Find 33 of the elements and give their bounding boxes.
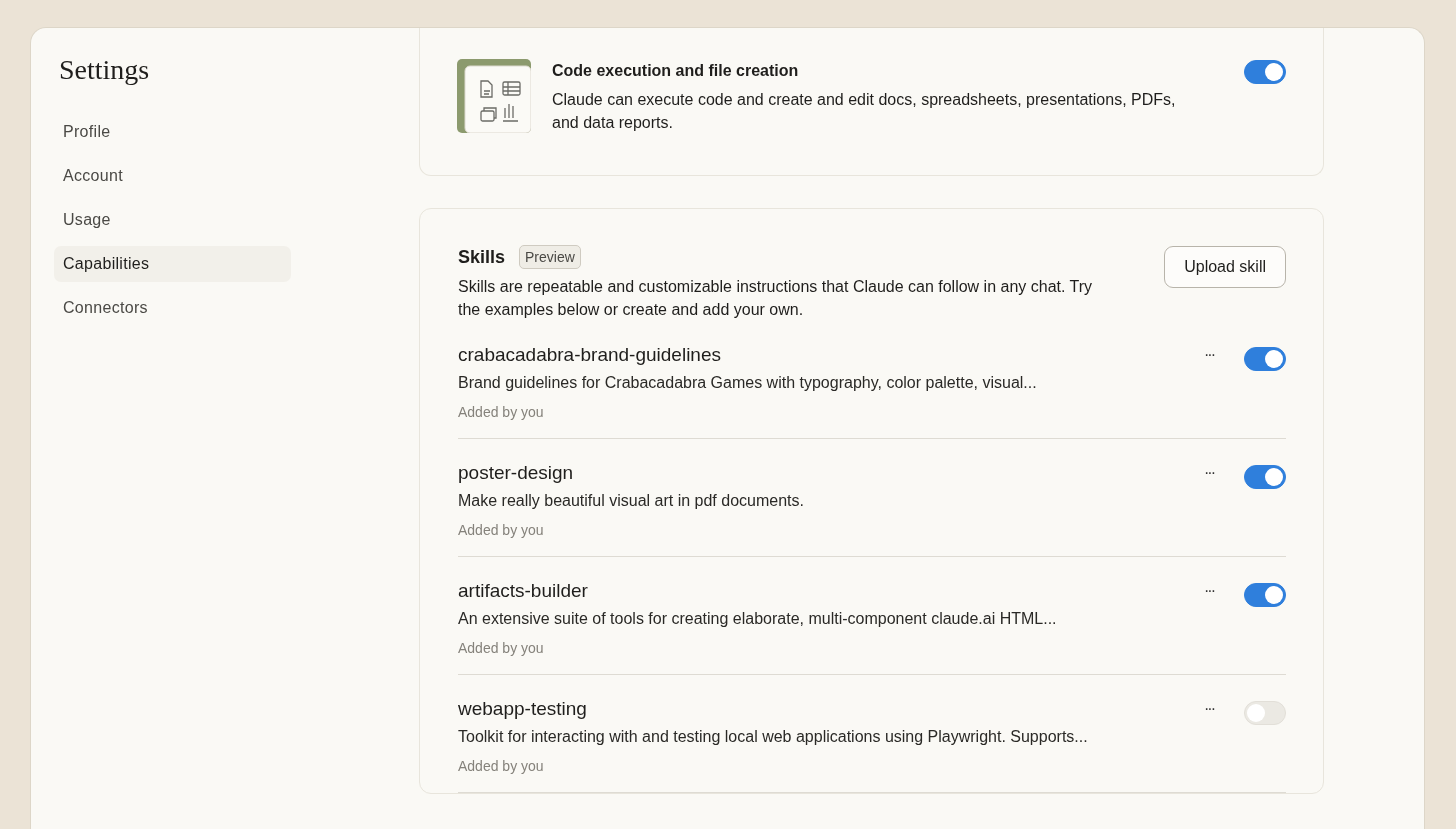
skills-description: Skills are repeatable and customizable instructions that Claude can follow in any chat. Try the examples below or create and add your own. <box>458 277 1094 320</box>
more-options-button[interactable]: ··· <box>1200 582 1218 600</box>
toggle-switch[interactable] <box>1244 465 1286 489</box>
skill-description: An extensive suite of tools for creating elaborate, multi-component claude.ai HTML... <box>458 610 1058 628</box>
more-options-button[interactable]: ··· <box>1200 464 1218 482</box>
toggle-switch[interactable] <box>1244 347 1286 371</box>
skills-title: Skills <box>458 246 506 268</box>
upload-skill-button[interactable]: Upload skill <box>1164 246 1286 288</box>
skill-description: Brand guidelines for Crabacadabra Games with typography, color palette, visual... <box>458 374 1038 392</box>
skill-name[interactable]: crabacadabra-brand-guidelines <box>458 344 1200 366</box>
skill-author: Added by you <box>458 758 545 774</box>
skill-name[interactable]: webapp-testing <box>458 698 1200 720</box>
skill-description: Toolkit for interacting with and testing local web applications using Playwright. Supports... <box>458 728 1089 746</box>
sidebar-item[interactable]: Profile <box>54 114 291 150</box>
sidebar-item[interactable]: Account <box>54 158 291 194</box>
sidebar-item[interactable]: Connectors <box>54 290 291 326</box>
skill-name[interactable]: poster-design <box>458 462 1200 484</box>
skill-description: Make really beautiful visual art in pdf documents. <box>458 492 805 510</box>
more-options-button[interactable]: ··· <box>1200 346 1218 364</box>
skill-author: Added by you <box>458 522 545 538</box>
feature-title: Code execution and file creation <box>552 62 800 80</box>
toggle-switch[interactable] <box>1244 60 1286 84</box>
skill-author: Added by you <box>458 640 545 656</box>
sidebar-item[interactable]: Capabilities <box>54 246 291 282</box>
settings-title: Settings <box>59 54 151 86</box>
documents-icon <box>457 59 531 133</box>
feature-description: Claude can execute code and create and edit docs, spreadsheets, presentations, PDFs, and data reports. <box>552 90 1177 133</box>
preview-badge: Preview <box>519 245 581 269</box>
sidebar-item[interactable]: Usage <box>54 202 291 238</box>
skill-name[interactable]: artifacts-builder <box>458 580 1200 602</box>
skill-author: Added by you <box>458 404 545 420</box>
toggle-switch[interactable] <box>1244 583 1286 607</box>
more-options-button[interactable]: ··· <box>1200 700 1218 718</box>
